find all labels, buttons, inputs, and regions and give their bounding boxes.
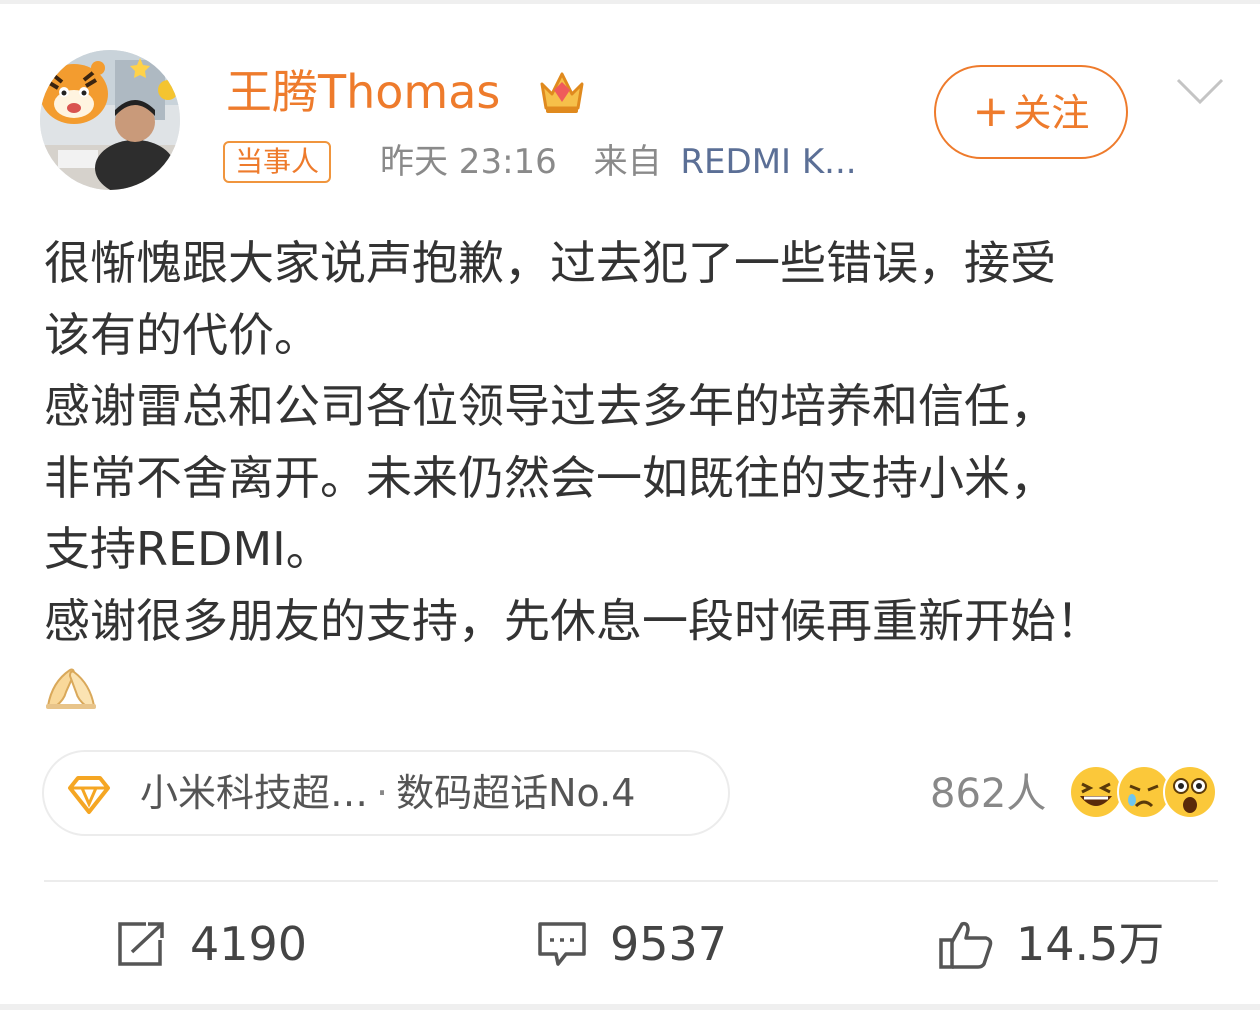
chevron-down-icon[interactable] <box>1174 72 1226 108</box>
repost-button[interactable]: 4190 <box>116 912 316 976</box>
topic-rank: 数码超话No.4 <box>396 771 636 815</box>
folded-hands-emoji <box>44 662 98 710</box>
status-badge: 当事人 <box>223 141 332 183</box>
topic-pill[interactable]: 小米科技超… · 数码超话No.4 <box>42 750 730 836</box>
post-body-line: 该有的代价。 <box>44 307 320 362</box>
like-count: 14.5万 <box>1016 917 1165 971</box>
repost-count: 4190 <box>190 917 308 971</box>
author-name[interactable]: 王腾Thomas <box>226 62 500 122</box>
source-prefix: 来自 <box>593 142 662 182</box>
bottom-border <box>0 1004 1260 1010</box>
plus-icon: + <box>972 86 1010 137</box>
shocked-emoji[interactable] <box>1162 764 1218 820</box>
top-border <box>0 0 1260 4</box>
weibo-post-card: 王腾Thomas 当事人 昨天 23:16 来自 REDMI K... + 关注 … <box>0 0 1260 1010</box>
topic-text: 小米科技超… · 数码超话No.4 <box>140 752 635 834</box>
avatar[interactable] <box>40 50 180 190</box>
post-body-line: 非常不舍离开。未来仍然会一如既往的支持小米， <box>44 450 1056 505</box>
comment-icon <box>538 922 586 966</box>
topic-name: 小米科技超… <box>140 771 369 815</box>
avatar-image <box>40 50 180 190</box>
post-body: 很惭愧跟大家说声抱歉，过去犯了一些错误，接受 该有的代价。 感谢雷总和公司各位领… <box>44 228 1234 657</box>
post-body-line: 支持REDMI。 <box>44 522 332 576</box>
thumbs-up-icon <box>939 921 993 969</box>
diamond-icon <box>66 774 112 816</box>
post-body-line: 感谢很多朋友的支持，先休息一段时候再重新开始！ <box>44 593 1102 648</box>
reaction-count[interactable]: 862人 <box>930 768 1046 820</box>
follow-label: 关注 <box>1013 91 1090 135</box>
repost-icon <box>118 922 164 966</box>
follow-button[interactable]: + 关注 <box>934 65 1128 159</box>
topic-separator: · <box>376 771 389 815</box>
divider <box>44 880 1218 882</box>
post-body-line: 很惭愧跟大家说声抱歉，过去犯了一些错误，接受 <box>44 236 1056 290</box>
comment-button[interactable]: 9537 <box>536 912 736 976</box>
post-body-line: 感谢雷总和公司各位领导过去多年的培养和信任， <box>44 379 1056 433</box>
post-time: 昨天 23:16 <box>380 142 557 182</box>
post-meta: 昨天 23:16 来自 REDMI K... <box>380 140 857 184</box>
post-source[interactable]: REDMI K... <box>680 142 856 182</box>
comment-count: 9537 <box>610 917 728 971</box>
crown-icon[interactable] <box>536 66 588 118</box>
like-button[interactable]: 14.5万 <box>938 912 1178 976</box>
